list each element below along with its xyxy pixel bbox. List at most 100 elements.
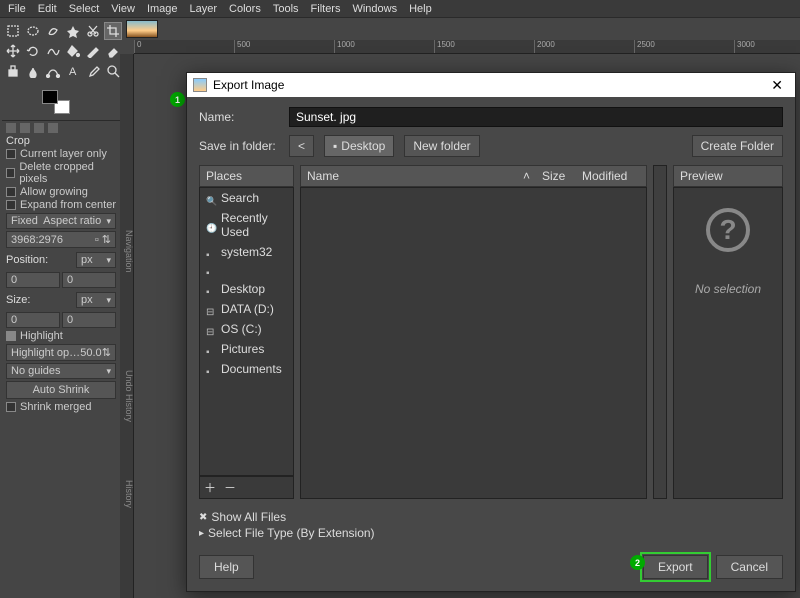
files-header-size[interactable]: Size [536, 166, 576, 186]
pos-y[interactable]: 0 [62, 272, 116, 288]
shrink-merged-check[interactable]: Shrink merged [6, 401, 116, 413]
side-tab-history[interactable]: History [124, 480, 134, 508]
places-item[interactable]: Pictures [200, 339, 293, 359]
horizontal-ruler: 050010001500200025003000 [134, 40, 800, 54]
fuzzy-select-tool[interactable] [64, 22, 82, 40]
highlight-opacity[interactable]: Highlight op…50.0⇅ [6, 344, 116, 361]
filename-input[interactable] [289, 107, 783, 127]
size-label: Size: [6, 294, 30, 306]
places-item[interactable]: system32 [200, 242, 293, 262]
path-segment-newfolder[interactable]: New folder [404, 135, 479, 157]
aspect-ratio-field[interactable]: 3968:2976▫ ⇅ [6, 231, 116, 248]
clone-tool[interactable] [4, 62, 22, 80]
dialog-icon [193, 78, 207, 92]
no-selection-label: No selection [695, 282, 761, 296]
show-all-files-toggle[interactable]: ✖Show All Files [199, 509, 783, 525]
recent-icon [206, 220, 217, 231]
guides-select[interactable]: No guides▾ [6, 363, 116, 379]
remove-bookmark-button[interactable]: － [224, 479, 236, 496]
menu-windows[interactable]: Windows [348, 3, 401, 15]
places-item[interactable]: OS (C:) [200, 319, 293, 339]
svg-text:A: A [69, 66, 77, 78]
places-list: SearchRecently Usedsystem32 DesktopDATA (… [199, 187, 294, 476]
folder-icon [206, 247, 217, 258]
create-folder-button[interactable]: Create Folder [692, 135, 783, 157]
smudge-tool[interactable] [24, 62, 42, 80]
auto-shrink-button[interactable]: Auto Shrink [6, 381, 116, 399]
pencil-tool[interactable] [84, 42, 102, 60]
places-panel: Places SearchRecently Usedsystem32Deskto… [199, 165, 294, 499]
export-button[interactable]: Export [643, 555, 708, 579]
text-tool[interactable]: A [64, 62, 82, 80]
path-segment-desktop[interactable]: ▪Desktop [324, 135, 394, 157]
warp-tool[interactable] [44, 42, 62, 60]
files-panel: Name˄ Size Modified [300, 165, 647, 499]
dialog-title: Export Image [213, 78, 284, 92]
menu-edit[interactable]: Edit [34, 3, 61, 15]
crop-tool[interactable] [104, 22, 122, 40]
dialog-titlebar: Export Image ✕ [187, 73, 795, 97]
export-image-dialog: Export Image ✕ Name: Save in folder: < ▪… [186, 72, 796, 592]
crop-option[interactable]: Delete cropped pixels [6, 161, 116, 185]
menu-view[interactable]: View [107, 3, 139, 15]
files-scrollbar[interactable] [653, 165, 667, 499]
fixed-mode-select[interactable]: FixedAspect ratio▾ [6, 213, 116, 229]
highlight-check[interactable]: Highlight [6, 330, 116, 342]
size-unit[interactable]: px▾ [76, 292, 116, 308]
places-item[interactable]: Recently Used [200, 208, 293, 242]
crop-option[interactable]: Current layer only [6, 148, 116, 160]
menu-select[interactable]: Select [65, 3, 104, 15]
move-tool[interactable] [4, 42, 22, 60]
menu-bar: File Edit SelectView Image LayerColors Tools F… [0, 0, 800, 18]
crop-option[interactable]: Expand from center [6, 199, 116, 211]
rect-select-tool[interactable] [4, 22, 22, 40]
select-file-type-expander[interactable]: ▸Select File Type (By Extension) [199, 525, 783, 541]
drive-icon [206, 324, 217, 335]
add-bookmark-button[interactable]: ＋ [204, 479, 216, 496]
ellipse-select-tool[interactable] [24, 22, 42, 40]
menu-tools[interactable]: Tools [269, 3, 303, 15]
menu-help[interactable]: Help [405, 3, 436, 15]
image-thumbnail[interactable] [126, 20, 158, 38]
size-w[interactable]: 0 [6, 312, 60, 328]
menu-layer[interactable]: Layer [186, 3, 222, 15]
side-tab-navigation[interactable]: Navigation [124, 230, 134, 273]
position-unit[interactable]: px▾ [76, 252, 116, 268]
places-item[interactable]: Documents [200, 359, 293, 379]
folder-icon: ▪ [333, 139, 337, 153]
name-label: Name: [199, 110, 279, 124]
bucket-fill-tool[interactable] [64, 42, 82, 60]
scissors-tool[interactable] [84, 22, 102, 40]
menu-image[interactable]: Image [143, 3, 182, 15]
search-icon [206, 193, 217, 204]
places-item[interactable]: DATA (D:) [200, 299, 293, 319]
crop-option[interactable]: Allow growing [6, 186, 116, 198]
side-tab-undo-history[interactable]: Undo History [124, 370, 134, 422]
fg-color-swatch[interactable] [42, 90, 58, 104]
preview-panel: Preview ? No selection [673, 165, 783, 499]
menu-colors[interactable]: Colors [225, 3, 265, 15]
places-item[interactable]: Search [200, 188, 293, 208]
color-swatches[interactable] [42, 90, 70, 114]
rotate-tool[interactable] [24, 42, 42, 60]
path-tool[interactable] [44, 62, 62, 80]
close-icon[interactable]: ✕ [765, 77, 789, 94]
files-header-name[interactable]: Name˄ [301, 166, 536, 186]
path-back-button[interactable]: < [289, 135, 314, 157]
places-item[interactable]: Desktop [200, 279, 293, 299]
color-picker-tool[interactable] [84, 62, 102, 80]
menu-filters[interactable]: Filters [307, 3, 345, 15]
sort-asc-icon: ˄ [523, 169, 530, 183]
size-h[interactable]: 0 [62, 312, 116, 328]
help-button[interactable]: Help [199, 555, 254, 579]
files-list[interactable] [300, 187, 647, 499]
question-mark-icon: ? [706, 208, 750, 252]
menu-file[interactable]: File [4, 3, 30, 15]
annotation-marker-1: 1 [170, 92, 185, 107]
free-select-tool[interactable] [44, 22, 62, 40]
files-header-modified[interactable]: Modified [576, 166, 646, 186]
cancel-button[interactable]: Cancel [716, 555, 783, 579]
places-item[interactable] [200, 262, 293, 279]
folder-icon [206, 265, 217, 276]
pos-x[interactable]: 0 [6, 272, 60, 288]
